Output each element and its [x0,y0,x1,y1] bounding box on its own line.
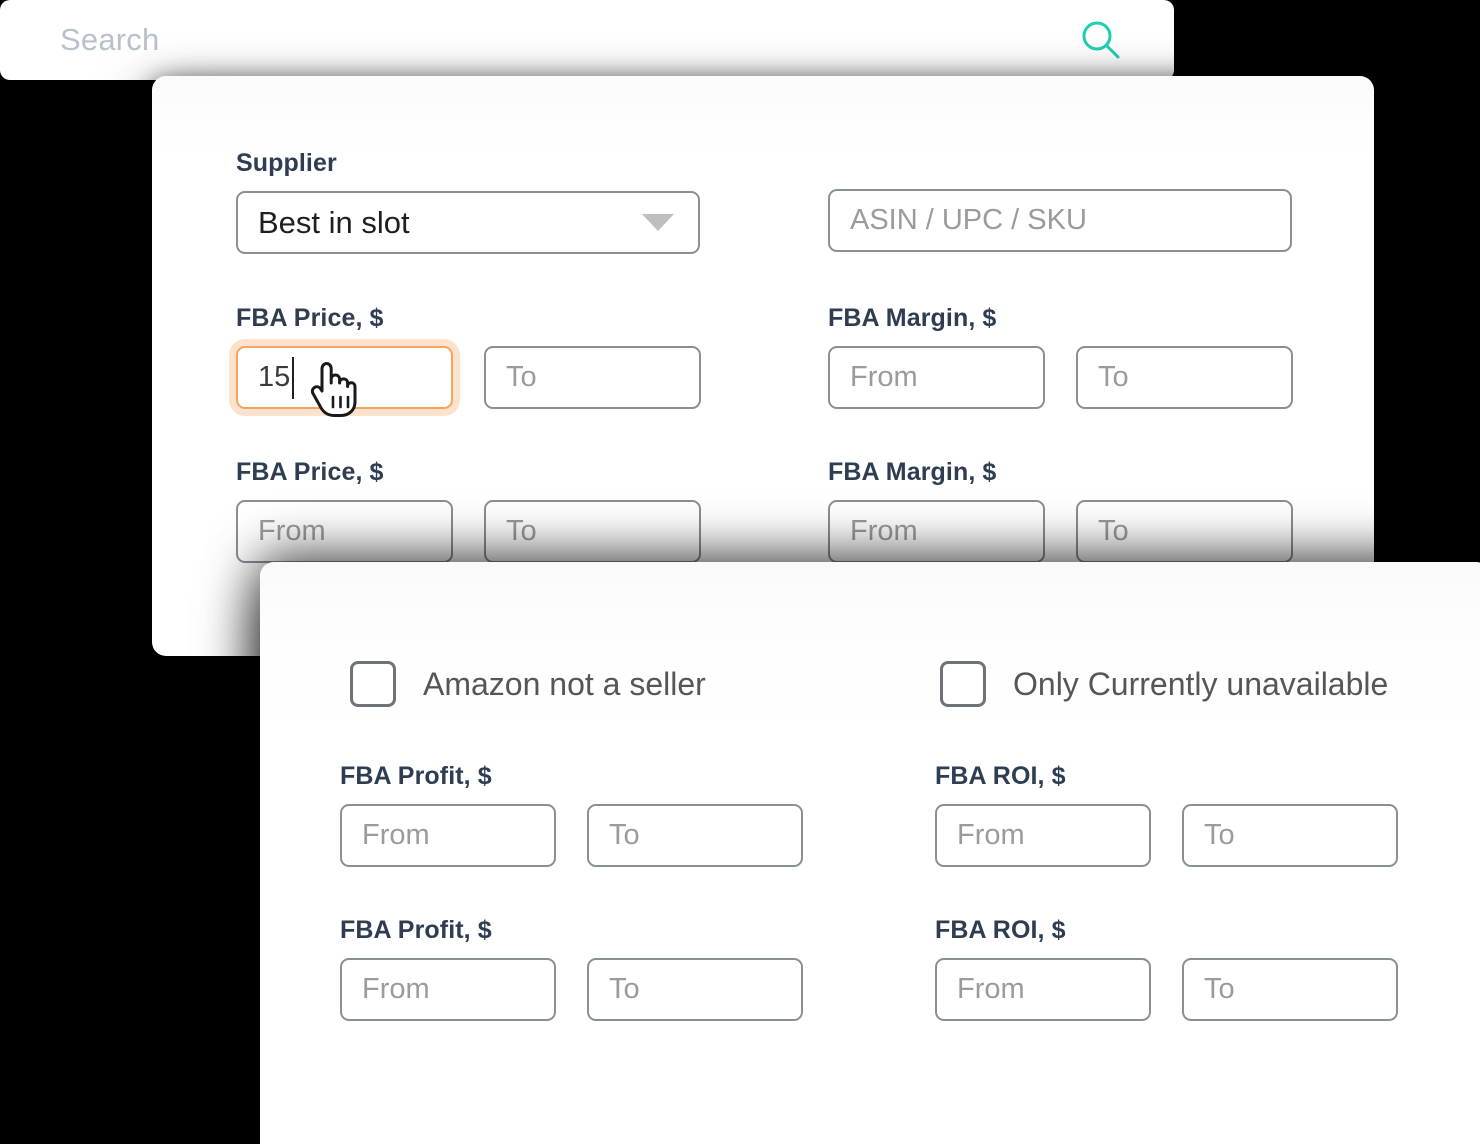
fba-roi-label-2: FBA ROI, $ [935,916,1066,944]
asin-field-group [828,189,1292,252]
checkbox-box-icon[interactable] [940,661,986,707]
fba-roi-to-input-2[interactable] [1182,958,1398,1021]
checkbox-only-currently-unavailable-label: Only Currently unavailable [1013,665,1389,702]
fba-margin-to-input-2[interactable] [1076,500,1293,563]
fba-margin-from-input-2[interactable] [828,500,1045,563]
fba-profit-label-1: FBA Profit, $ [340,762,492,790]
fba-margin-label-2: FBA Margin, $ [828,458,997,486]
fba-roi-range-group-1: FBA ROI, $ [935,762,1398,867]
fba-margin-range-group-2: FBA Margin, $ [828,458,1293,563]
checkbox-amazon-not-a-seller[interactable]: Amazon not a seller [350,661,940,707]
checkbox-amazon-not-a-seller-label: Amazon not a seller [423,665,706,702]
fba-price-label-1: FBA Price, $ [236,304,384,332]
fba-roi-from-input-1[interactable] [935,804,1151,867]
checkbox-box-icon[interactable] [350,661,396,707]
fba-price-from-value-1: 15 [258,361,291,393]
fba-margin-range-group-1: FBA Margin, $ [828,304,1293,409]
checkbox-row: Amazon not a seller Only Currently unava… [350,661,1450,707]
supplier-selected-value: Best in slot [258,204,410,240]
fba-profit-range-group-2: FBA Profit, $ [340,916,803,1021]
fba-margin-label-1: FBA Margin, $ [828,304,997,332]
screen-root: Supplier Best in slot FBA Price, $ 15 [0,0,1480,1144]
fba-roi-range-group-2: FBA ROI, $ [935,916,1398,1021]
fba-margin-from-input-1[interactable] [828,346,1045,409]
advanced-filters-panel: Amazon not a seller Only Currently unava… [260,562,1480,1144]
fba-roi-from-input-2[interactable] [935,958,1151,1021]
chevron-down-icon [642,214,674,231]
fba-price-from-wrap-1: 15 [236,346,453,409]
fba-price-from-input-1[interactable]: 15 [236,346,453,409]
search-input[interactable]: Search [60,22,1080,58]
fba-price-label-2: FBA Price, $ [236,458,384,486]
fba-roi-label-1: FBA ROI, $ [935,762,1066,790]
fba-margin-to-input-1[interactable] [1076,346,1293,409]
supplier-field-group: Supplier Best in slot [236,149,700,254]
fba-profit-from-input-2[interactable] [340,958,556,1021]
fba-profit-label-2: FBA Profit, $ [340,916,492,944]
supplier-label: Supplier [236,149,337,177]
fba-price-from-input-2[interactable] [236,500,453,563]
fba-profit-to-input-2[interactable] [587,958,803,1021]
asin-upc-sku-input[interactable] [828,189,1292,252]
fba-profit-range-group-1: FBA Profit, $ [340,762,803,867]
fba-price-to-input-2[interactable] [484,500,701,563]
fba-profit-to-input-1[interactable] [587,804,803,867]
fba-profit-from-input-1[interactable] [340,804,556,867]
search-icon[interactable] [1080,19,1122,61]
fba-price-to-input-1[interactable] [484,346,701,409]
fba-price-range-group-1: FBA Price, $ 15 [236,304,701,409]
search-bar[interactable]: Search [0,0,1174,80]
fba-price-range-group-2: FBA Price, $ [236,458,701,563]
text-caret [292,356,295,399]
checkbox-only-currently-unavailable[interactable]: Only Currently unavailable [940,661,1388,707]
supplier-select[interactable]: Best in slot [236,191,700,254]
fba-roi-to-input-1[interactable] [1182,804,1398,867]
